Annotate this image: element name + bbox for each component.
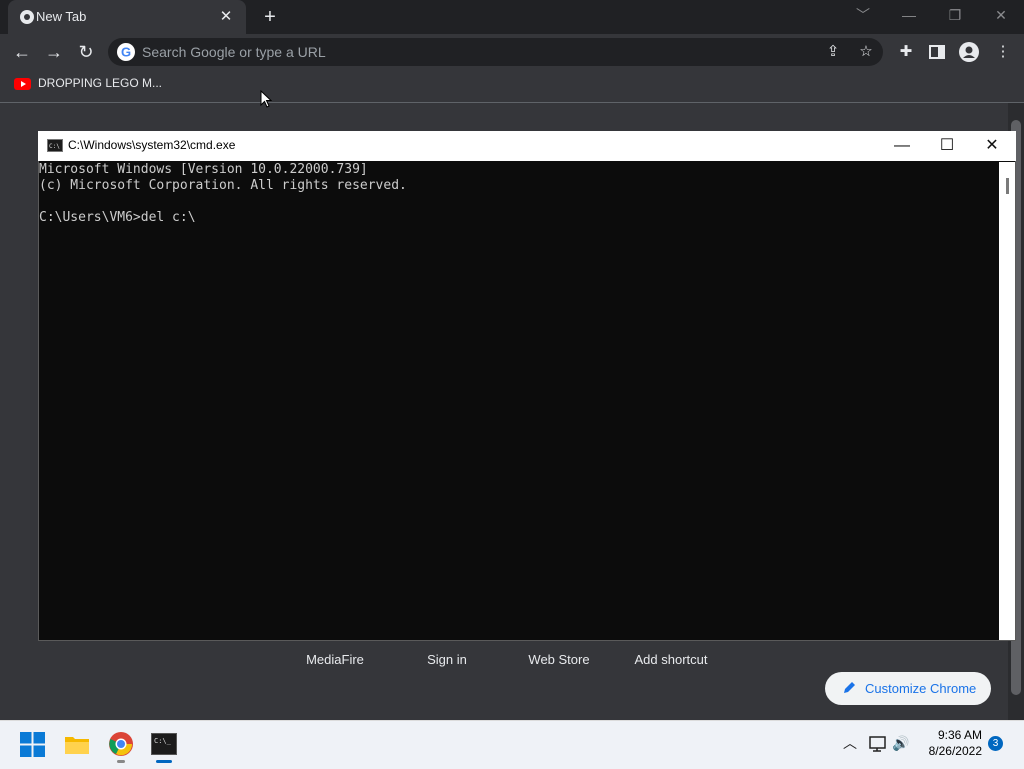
shortcut-add[interactable]: Add shortcut xyxy=(615,652,727,667)
svg-text:C:\: C:\ xyxy=(49,143,60,150)
mouse-cursor-icon xyxy=(260,90,272,108)
cmd-title: C:\Windows\system32\cmd.exe xyxy=(68,138,236,152)
restore-button[interactable]: ❐ xyxy=(940,4,970,26)
clock-date[interactable]: 8/26/2022 xyxy=(910,744,982,758)
shortcut-web-store[interactable]: Web Store xyxy=(503,652,615,667)
file-explorer-icon[interactable] xyxy=(64,733,90,755)
chrome-favicon-icon xyxy=(20,10,34,24)
tab-title: New Tab xyxy=(36,9,87,24)
new-tab-button[interactable]: + xyxy=(258,5,282,29)
svg-text:G: G xyxy=(121,45,131,60)
omnibox-placeholder: Search Google or type a URL xyxy=(142,44,326,60)
cmd-console[interactable]: Microsoft Windows [Version 10.0.22000.73… xyxy=(39,162,999,640)
console-line: (c) Microsoft Corporation. All rights re… xyxy=(39,178,407,193)
cmd-active-indicator xyxy=(156,760,172,763)
volume-icon[interactable]: 🔊 xyxy=(892,734,910,752)
profile-avatar-icon[interactable] xyxy=(959,42,979,62)
cmd-app-icon: C:\ xyxy=(47,139,63,152)
tab-close-icon[interactable]: ✕ xyxy=(217,8,235,26)
shortcut-mediafire[interactable]: MediaFire xyxy=(279,652,391,667)
share-icon[interactable]: ⇪ xyxy=(824,43,842,61)
network-icon[interactable] xyxy=(868,735,888,753)
cmd-scrollbar[interactable] xyxy=(999,162,1015,640)
extensions-icon[interactable]: ✚ xyxy=(895,41,917,63)
svg-text:C:\_: C:\_ xyxy=(154,737,172,745)
show-hidden-icons-icon[interactable]: ︿ xyxy=(841,734,859,752)
side-panel-icon[interactable] xyxy=(929,45,945,59)
bookmark-item[interactable]: DROPPING LEGO M... xyxy=(38,76,162,90)
forward-icon[interactable]: → xyxy=(42,40,66,64)
shortcut-sign-in[interactable]: Sign in xyxy=(391,652,503,667)
chrome-taskbar-icon[interactable] xyxy=(108,731,134,757)
clock-time[interactable]: 9:36 AM xyxy=(920,728,982,742)
windows-start-icon[interactable] xyxy=(20,732,45,757)
chrome-running-indicator xyxy=(117,760,125,763)
back-icon[interactable]: ← xyxy=(10,40,34,64)
tab-search-icon[interactable]: ﹀ xyxy=(848,4,878,26)
customize-chrome-label: Customize Chrome xyxy=(865,681,977,696)
bookmark-star-icon[interactable]: ☆ xyxy=(857,43,875,61)
minimize-button[interactable]: — xyxy=(894,4,924,26)
pencil-icon xyxy=(844,682,855,693)
chrome-menu-icon[interactable]: ⋮ xyxy=(992,41,1014,63)
cmd-minimize-button[interactable]: — xyxy=(880,133,924,159)
close-button[interactable]: ✕ xyxy=(986,4,1016,26)
cmd-close-button[interactable]: ✕ xyxy=(970,133,1014,159)
cmd-maximize-button[interactable]: ☐ xyxy=(925,133,969,159)
youtube-icon xyxy=(14,78,31,90)
console-prompt-line[interactable]: C:\Users\VM6>del c:\ xyxy=(39,210,999,226)
cmd-taskbar-icon[interactable]: C:\_ xyxy=(151,733,177,755)
reload-icon[interactable]: ↻ xyxy=(74,40,98,64)
cmd-scrollbar-thumb[interactable] xyxy=(1006,178,1009,194)
google-g-icon: G xyxy=(117,43,135,61)
console-line: Microsoft Windows [Version 10.0.22000.73… xyxy=(39,162,368,177)
notification-badge[interactable]: 3 xyxy=(988,736,1003,751)
